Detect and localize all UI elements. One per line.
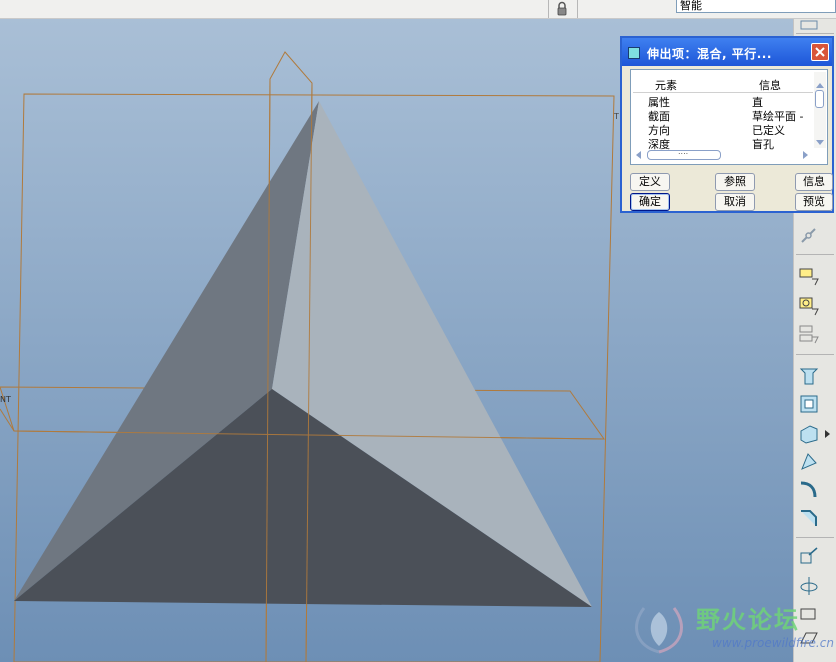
draft-icon[interactable]	[798, 451, 820, 473]
protrusion-blend-dialog: 伸出项：混合, 平行... 元素 信息 属性 直 截面 草绘平面 - 方向 已定…	[620, 36, 834, 213]
toolbar-separator	[796, 33, 834, 34]
rib-icon[interactable]	[798, 545, 820, 567]
dialog-app-icon	[628, 47, 640, 59]
top-status-bar: 智能	[0, 0, 836, 19]
column-header-element[interactable]: 元素	[655, 77, 677, 93]
scroll-right-icon[interactable]	[803, 151, 808, 159]
shell-icon[interactable]	[798, 393, 820, 415]
scroll-up-icon[interactable]	[816, 83, 824, 88]
column-header-info[interactable]: 信息	[759, 77, 781, 93]
selection-filter-dropdown[interactable]: 智能	[676, 0, 836, 13]
table-row-element[interactable]: 方向	[648, 124, 670, 137]
define-button[interactable]: 定义	[630, 173, 670, 191]
toolbar-separator	[796, 254, 834, 255]
table-row-info[interactable]: 直	[752, 96, 763, 109]
chain-icon[interactable]	[798, 225, 820, 247]
copy-feature-icon[interactable]	[798, 295, 820, 317]
element-info-table[interactable]: 元素 信息 属性 直 截面 草绘平面 - 方向 已定义 深度 盲孔 ....	[630, 69, 828, 165]
toolbar-separator	[577, 0, 578, 18]
scroll-grip: ....	[678, 147, 689, 156]
watermark-text: 野火论坛	[696, 606, 800, 634]
lock-icon[interactable]	[556, 1, 568, 16]
preview-button[interactable]: 预览	[795, 193, 833, 211]
header-divider	[633, 92, 813, 93]
scroll-down-icon[interactable]	[816, 140, 824, 145]
chevron-right-icon[interactable]	[825, 430, 830, 438]
table-row-element[interactable]: 截面	[648, 110, 670, 123]
toolbar-separator	[548, 0, 549, 18]
watermark-url: www.proewildfire.cn	[712, 636, 834, 650]
datum-label-left: NT	[0, 395, 11, 404]
table-row-element[interactable]: 属性	[648, 96, 670, 109]
datum-axis-icon[interactable]	[798, 575, 820, 597]
table-row-info[interactable]: 草绘平面 -	[752, 110, 803, 123]
horizontal-scroll-thumb[interactable]: ....	[647, 147, 721, 160]
dialog-titlebar[interactable]: 伸出项：混合, 平行...	[622, 38, 832, 66]
watermark-logo-icon	[635, 607, 683, 654]
references-button[interactable]: 参照	[715, 173, 755, 191]
table-vertical-scrollbar[interactable]	[814, 72, 826, 148]
cancel-button[interactable]: 取消	[715, 193, 755, 211]
ok-button[interactable]: 确定	[630, 193, 670, 211]
dialog-title: 伸出项：混合, 平行...	[647, 47, 772, 61]
scroll-left-icon[interactable]	[636, 151, 641, 159]
vertical-scroll-thumb[interactable]	[815, 90, 824, 108]
pattern-icon[interactable]	[798, 265, 820, 287]
info-button[interactable]: 信息	[795, 173, 833, 191]
blend-icon[interactable]	[798, 423, 820, 445]
forum-watermark: 野火论坛 www.proewildfire.cn	[626, 596, 834, 662]
chamfer-icon[interactable]	[798, 507, 820, 529]
table-row-info[interactable]: 已定义	[752, 124, 785, 137]
toolbar-separator	[796, 354, 834, 355]
round-icon[interactable]	[798, 479, 820, 501]
close-button[interactable]	[811, 43, 829, 61]
extrude-icon[interactable]	[798, 365, 820, 387]
table-horizontal-scrollbar[interactable]: ....	[633, 147, 813, 161]
datum-label-top: T	[614, 112, 619, 121]
toolbar-separator	[796, 537, 834, 538]
group-icon[interactable]	[798, 323, 820, 345]
close-icon	[815, 47, 825, 57]
